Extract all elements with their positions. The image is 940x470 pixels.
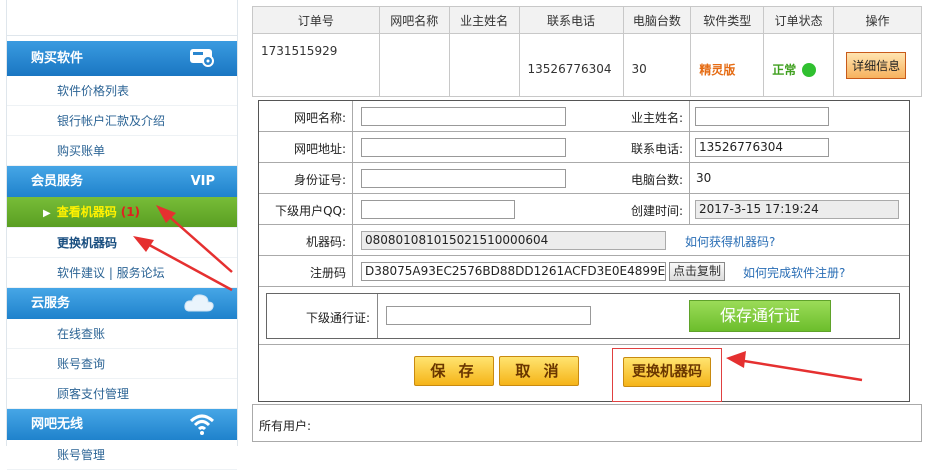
pc-count-value: 30 bbox=[696, 171, 712, 185]
pass-box: 下级通行证: 保存通行证 bbox=[266, 293, 900, 339]
cell-action: 详细信息 bbox=[833, 33, 922, 97]
form-row-reg-code: 注册码 D38075A93EC2576BD88DD1261ACFD3E0E489… bbox=[259, 256, 909, 287]
all-users-row: 所有用户: bbox=[252, 404, 922, 442]
reg-code-label: 注册码 bbox=[309, 266, 346, 280]
table-row: 1731515929 13526776304 30 精灵版 正常 详细信息 bbox=[252, 33, 922, 97]
section-title: 会员服务 bbox=[31, 174, 84, 189]
sidebar-item-purchase-bill[interactable]: 购买账单 bbox=[7, 136, 237, 166]
sub-qq-label: 下级用户QQ: bbox=[275, 204, 346, 218]
col-action: 操作 bbox=[833, 6, 922, 34]
cafe-name-input[interactable] bbox=[361, 107, 566, 126]
sidebar-item-view-machine-code[interactable]: ▶ 查看机器码 (1) bbox=[7, 197, 237, 228]
complete-registration-link[interactable]: 如何完成软件注册? bbox=[743, 264, 845, 281]
pc-count-label: 电脑台数: bbox=[630, 173, 683, 187]
col-status: 订单状态 bbox=[763, 6, 835, 34]
save-button[interactable]: 保 存 bbox=[414, 356, 494, 386]
vip-badge: VIP bbox=[190, 174, 215, 189]
copy-button[interactable]: 点击复制 bbox=[669, 262, 726, 281]
created-time-label: 创建时间: bbox=[630, 204, 683, 218]
sub-pass-label: 下级通行证: bbox=[305, 311, 370, 325]
change-machine-code-button[interactable]: 更换机器码 bbox=[623, 357, 711, 387]
detail-info-button[interactable]: 详细信息 bbox=[846, 51, 907, 79]
sidebar-item-change-machine-code[interactable]: 更换机器码 bbox=[7, 228, 237, 258]
section-member-service[interactable]: 会员服务 VIP bbox=[7, 166, 237, 197]
cell-pc-count: 30 bbox=[622, 33, 692, 97]
table-header-row: 订单号 网吧名称 业主姓名 联系电话 电脑台数 软件类型 订单状态 操作 bbox=[252, 6, 922, 34]
section-buy-software[interactable]: 购买软件 bbox=[7, 41, 237, 76]
machine-code-label: 机器码: bbox=[305, 235, 346, 249]
section-title: 云服务 bbox=[31, 296, 71, 311]
col-cafe-name: 网吧名称 bbox=[378, 6, 450, 34]
cell-order-no: 1731515929 bbox=[252, 33, 380, 97]
form-row-sub-qq: 下级用户QQ: 创建时间: 2017-3-15 17:19:24 bbox=[259, 194, 909, 225]
form-row-names: 网吧名称: 业主姓名: bbox=[259, 101, 909, 132]
order-table: 订单号 网吧名称 业主姓名 联系电话 电脑台数 软件类型 订单状态 操作 173… bbox=[252, 6, 922, 97]
cafe-name-label: 网吧名称: bbox=[293, 111, 346, 125]
cell-status: 正常 bbox=[763, 33, 835, 97]
cloud-icon bbox=[183, 292, 215, 326]
cell-software-type: 精灵版 bbox=[690, 33, 765, 97]
sub-qq-input[interactable] bbox=[361, 200, 515, 219]
owner-name-label: 业主姓名: bbox=[630, 111, 683, 125]
section-cloud-service[interactable]: 云服务 bbox=[7, 288, 237, 319]
cell-phone: 13526776304 bbox=[518, 33, 624, 97]
address-label: 网吧地址: bbox=[293, 142, 346, 156]
col-phone: 联系电话 bbox=[518, 6, 624, 34]
section-title: 网吧无线 bbox=[31, 417, 84, 432]
cell-owner-name bbox=[448, 33, 520, 97]
phone-label: 联系电话: bbox=[630, 142, 683, 156]
status-text: 正常 bbox=[772, 62, 797, 77]
triangle-right-icon: ▶ bbox=[43, 208, 51, 219]
cell-cafe-name bbox=[378, 33, 450, 97]
sidebar-top-blank bbox=[7, 0, 237, 36]
machine-code-field: 080801081015021510000604 bbox=[361, 231, 666, 250]
sidebar-item-account-query[interactable]: 账号查询 bbox=[7, 349, 237, 379]
address-input[interactable] bbox=[361, 138, 566, 157]
id-number-input[interactable] bbox=[361, 169, 566, 188]
section-title: 购买软件 bbox=[31, 51, 84, 66]
form-row-id: 身份证号: 电脑台数: 30 bbox=[259, 163, 909, 194]
col-software-type: 软件类型 bbox=[690, 6, 765, 34]
created-time-field: 2017-3-15 17:19:24 bbox=[695, 200, 899, 219]
sidebar-item-customer-payment[interactable]: 顾客支付管理 bbox=[7, 379, 237, 409]
sidebar-item-suggestions-forum[interactable]: 软件建议 | 服务论坛 bbox=[7, 258, 237, 288]
hard-drive-icon bbox=[189, 46, 215, 82]
get-machine-code-link[interactable]: 如何获得机器码? bbox=[685, 233, 775, 250]
phone-input[interactable]: 13526776304 bbox=[695, 138, 829, 157]
sidebar-item-bank-accounts[interactable]: 银行帐户汇款及介绍 bbox=[7, 106, 237, 136]
col-pc-count: 电脑台数 bbox=[622, 6, 692, 34]
sidebar: 购买软件 软件价格列表 银行帐户汇款及介绍 购买账单 会员服务 VIP ▶ 查看机… bbox=[6, 0, 238, 470]
count-badge: (1) bbox=[120, 205, 141, 219]
cancel-button[interactable]: 取 消 bbox=[499, 356, 579, 386]
col-owner-name: 业主姓名 bbox=[448, 6, 520, 34]
form-row-machine-code: 机器码: 080801081015021510000604 如何获得机器码? bbox=[259, 225, 909, 256]
wifi-icon bbox=[189, 412, 215, 448]
col-order-no: 订单号 bbox=[252, 6, 380, 34]
order-edit-form: 网吧名称: 业主姓名: 网吧地址: 联系电话: 13526776304 身份证号… bbox=[258, 100, 910, 402]
owner-name-input[interactable] bbox=[695, 107, 829, 126]
save-pass-button[interactable]: 保存通行证 bbox=[689, 300, 831, 332]
sub-pass-input[interactable] bbox=[386, 306, 591, 325]
status-dot-icon bbox=[802, 63, 817, 77]
id-number-label: 身份证号: bbox=[293, 173, 346, 187]
section-wireless[interactable]: 网吧无线 bbox=[7, 409, 237, 440]
all-users-label: 所有用户: bbox=[259, 419, 312, 433]
reg-code-field[interactable]: D38075A93EC2576BD88DD1261ACFD3E0E4899EA2… bbox=[361, 262, 666, 281]
form-row-address: 网吧地址: 联系电话: 13526776304 bbox=[259, 132, 909, 163]
